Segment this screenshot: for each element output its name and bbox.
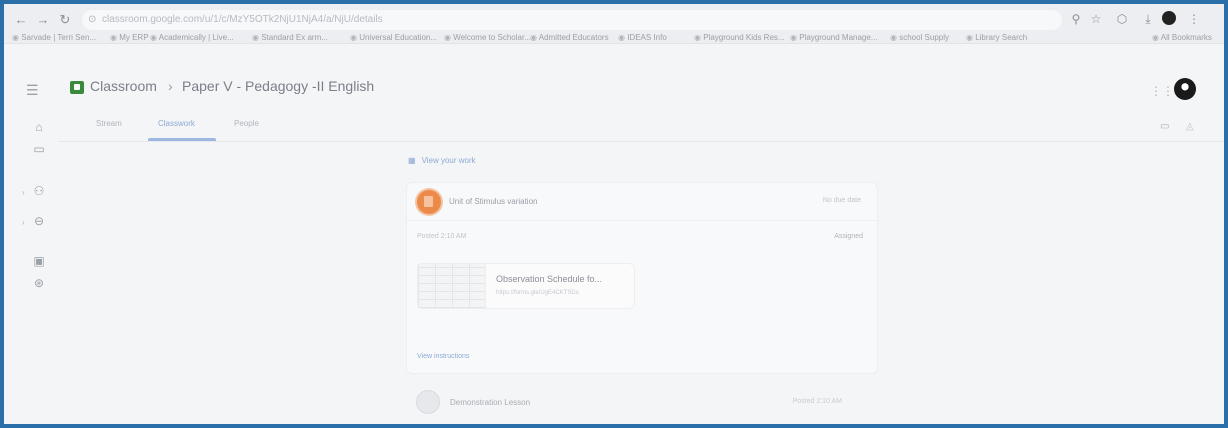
bookmark-all[interactable]: All Bookmarks (1152, 33, 1212, 42)
browser-window: ← → ↻ ⊙ classroom.google.com/u/1/c/MzY5O… (4, 4, 1224, 424)
view-work-label: View your work (421, 156, 476, 165)
extensions-icon[interactable]: ⬡ (1114, 11, 1130, 27)
bookmarks-bar: Sarvade | Terri Sen... My ERP Academical… (4, 32, 1224, 46)
google-calendar-icon[interactable]: ▭ (1160, 121, 1169, 132)
assigned-status: Assigned (834, 233, 863, 240)
url-text: classroom.google.com/u/1/c/MzY5OTk2NjU1N… (102, 14, 383, 25)
forward-icon[interactable]: → (36, 12, 50, 27)
tab-stream[interactable]: Stream (96, 119, 122, 128)
hamburger-menu-icon[interactable]: ☰ (26, 82, 39, 99)
site-info-icon[interactable]: ⊙ (88, 10, 96, 30)
download-icon[interactable]: ⤓ (1140, 11, 1156, 27)
attachment-chip[interactable]: Observation Schedule fo... https://forms… (417, 263, 635, 309)
tab-people[interactable]: People (234, 119, 259, 128)
more-icon[interactable]: ⋮ (1186, 11, 1202, 27)
apps-grid-icon[interactable]: ⋮⋮ (1150, 84, 1174, 98)
archive-icon[interactable]: ▣ (32, 254, 46, 268)
assignment-type-icon (417, 190, 441, 214)
settings-icon[interactable]: ⊛ (32, 276, 46, 290)
view-instructions-link[interactable]: View instructions (417, 353, 469, 360)
calendar-icon[interactable]: ▭ (32, 142, 46, 156)
bookmark[interactable]: Academically | Live... (150, 33, 234, 42)
bookmark[interactable]: Playground Manage... (790, 33, 877, 42)
classroom-logo-icon[interactable] (70, 81, 84, 94)
reload-icon[interactable]: ↻ (58, 12, 72, 28)
bookmark[interactable]: Admitted Educators (530, 33, 609, 42)
browser-toolbar: ← → ↻ ⊙ classroom.google.com/u/1/c/MzY5O… (4, 4, 1224, 44)
tab-classwork[interactable]: Classwork (158, 119, 195, 128)
breadcrumb-separator: › (168, 78, 173, 94)
school-icon[interactable]: ⊖ (32, 214, 46, 228)
bookmark[interactable]: Library Search (966, 33, 1027, 42)
material-type-icon (416, 390, 440, 414)
drive-folder-icon[interactable]: ◬ (1186, 121, 1194, 132)
attachment-url: https://forms.gle/UgE4CKTSDs (496, 290, 579, 296)
assignment-icon: ▦ (408, 156, 416, 165)
due-status: No due date (822, 197, 861, 204)
divider (58, 141, 1224, 142)
avatar[interactable] (1174, 78, 1196, 100)
assignment-card: Unit of Stimulus variation No due date P… (406, 182, 878, 374)
posted-time: Posted 2:10 AM (417, 233, 467, 240)
app-title[interactable]: Classroom (90, 78, 157, 94)
bookmark[interactable]: school Supply (890, 33, 949, 42)
expand-caret-icon[interactable]: › (22, 188, 25, 197)
bookmark[interactable]: Universal Education... (350, 33, 437, 42)
bookmark[interactable]: Playground Kids Res... (694, 33, 784, 42)
home-icon[interactable]: ⌂ (32, 120, 46, 134)
bookmark[interactable]: Sarvade | Terri Sen... (12, 33, 96, 42)
item-status: Posted 2:10 AM (792, 398, 842, 405)
expand-caret-icon[interactable]: › (22, 218, 25, 227)
list-item[interactable]: Demonstration Lesson Posted 2:10 AM (406, 390, 878, 420)
star-icon[interactable]: ☆ (1088, 11, 1104, 27)
view-your-work-link[interactable]: ▦ View your work (408, 156, 476, 165)
search-icon[interactable]: ⚲ (1068, 11, 1084, 27)
assignment-title: Unit of Stimulus variation (449, 197, 538, 206)
course-title[interactable]: Paper V - Pedagogy -II English (182, 78, 374, 94)
bookmark[interactable]: Welcome to Scholar... (444, 33, 531, 42)
bookmark[interactable]: My ERP (110, 33, 148, 42)
profile-avatar[interactable] (1162, 11, 1176, 25)
form-thumbnail (418, 264, 486, 308)
bookmark[interactable]: Standard Ex arm... (252, 33, 328, 42)
back-icon[interactable]: ← (14, 12, 28, 27)
attachment-title: Observation Schedule fo... (496, 274, 603, 284)
people-icon[interactable]: ⚇ (32, 184, 46, 198)
bookmark[interactable]: IDEAS Info (618, 33, 667, 42)
item-title: Demonstration Lesson (450, 398, 531, 407)
address-bar[interactable]: ⊙ classroom.google.com/u/1/c/MzY5OTk2NjU… (82, 10, 1062, 30)
assignment-header[interactable]: Unit of Stimulus variation No due date (407, 183, 877, 221)
